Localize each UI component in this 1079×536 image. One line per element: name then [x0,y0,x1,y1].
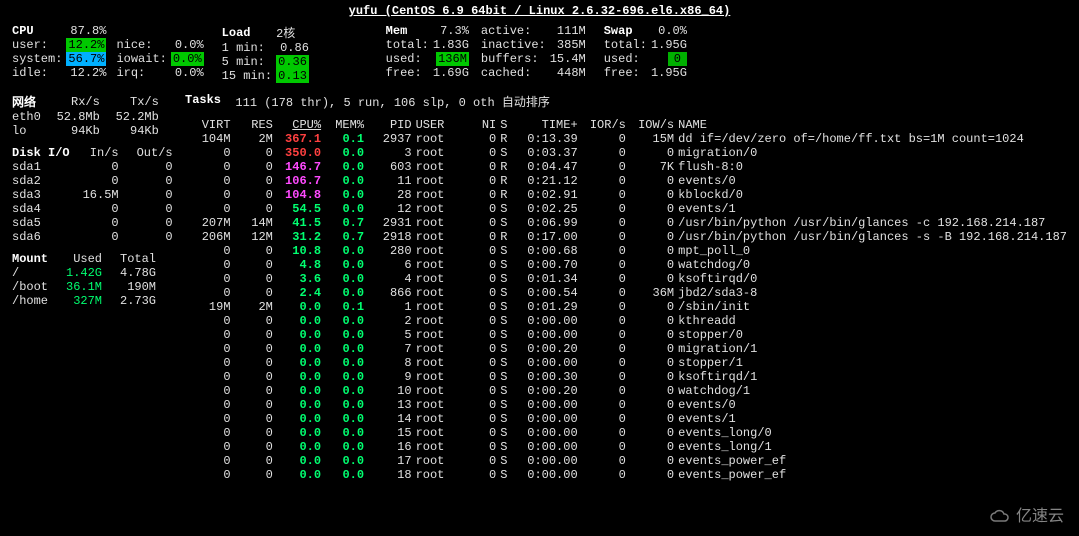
cpu-pct: 87.8% [64,24,108,38]
sidebar: 网络Rx/sTx/seth052.8Mb52.2Mblo94Kb94Kb Dis… [10,93,175,482]
proc-row[interactable]: 207M 14M 41.5 0.7 2931 root 0 S 0:06.99 … [185,216,1069,230]
net-row: eth052.8Mb52.2Mb [10,110,161,124]
net-row: lo94Kb94Kb [10,124,161,138]
proc-row[interactable]: 0 0 0.0 0.0 7 root 0 S 0:00.20 0 0 migra… [185,342,1069,356]
tasks-panel: Tasks 111 (178 thr), 5 run, 106 slp, 0 o… [185,93,1069,482]
l15-label: 15 min: [220,69,274,83]
proc-row[interactable]: 0 0 0.0 0.0 5 root 0 S 0:00.00 0 0 stopp… [185,328,1069,342]
swap-panel: Swap0.0% total:1.95G used: 0 free:1.95G [602,24,802,80]
cpu-title: CPU [10,24,64,38]
proc-row[interactable]: 104M 2M 367.1 0.1 2937 root 0 R 0:13.39 … [185,132,1069,146]
iowait-label: iowait: [108,52,168,66]
system-label: system: [10,52,64,66]
mused-label: used: [384,52,431,66]
load-cores: 2核 [274,24,311,41]
l5-label: 5 min: [220,55,274,69]
mem-inactive: 385M [548,38,588,52]
proc-row[interactable]: 0 0 3.6 0.0 4 root 0 S 0:01.34 0 0 ksoft… [185,272,1069,286]
stotal-label: total: [602,38,649,52]
disk-row: sda200 [10,174,175,188]
mem-panel: Mem7.3%active:111M total:1.83Ginactive:3… [384,24,588,80]
l5-val: 0.36 [276,55,309,69]
proc-row[interactable]: 206M 12M 31.2 0.7 2918 root 0 R 0:17.00 … [185,230,1069,244]
proc-row[interactable]: 0 0 10.8 0.0 280 root 0 S 0:00.68 0 0 mp… [185,244,1069,258]
proc-row[interactable]: 0 0 0.0 0.0 13 root 0 S 0:00.00 0 0 even… [185,398,1069,412]
sfree-label: free: [602,66,649,80]
disk-row: sda100 [10,160,175,174]
proc-row[interactable]: 0 0 0.0 0.0 14 root 0 S 0:00.00 0 0 even… [185,412,1069,426]
proc-row[interactable]: 0 0 0.0 0.0 9 root 0 S 0:00.30 0 0 ksoft… [185,370,1069,384]
cpu-panel: CPU87.8% user:12.2%nice:0.0% system:56.7… [10,24,206,80]
mount-row: /boot36.1M190M [10,280,158,294]
mem-title: Mem [384,24,431,38]
proc-row[interactable]: 0 0 106.7 0.0 11 root 0 R 0:21.12 0 0 ev… [185,174,1069,188]
disk-row: sda500 [10,216,175,230]
disk-row: sda316.5M0 [10,188,175,202]
net-table: 网络Rx/sTx/seth052.8Mb52.2Mblo94Kb94Kb [10,93,161,138]
sused-label: used: [602,52,649,66]
proc-row[interactable]: 0 0 4.8 0.0 6 root 0 S 0:00.70 0 0 watch… [185,258,1069,272]
proc-row[interactable]: 0 0 0.0 0.0 15 root 0 S 0:00.00 0 0 even… [185,426,1069,440]
header: yufu (CentOS 6.9 64bit / Linux 2.6.32-69… [10,4,1069,18]
tasks-summary: 111 (178 thr), 5 run, 106 slp, 0 oth 自动排… [235,93,549,110]
proc-row[interactable]: 0 0 54.5 0.0 12 root 0 S 0:02.25 0 0 eve… [185,202,1069,216]
cpu-system: 56.7% [66,52,106,66]
top-stats: CPU87.8% user:12.2%nice:0.0% system:56.7… [10,24,1069,83]
mem-total: 1.83G [431,38,471,52]
proc-row[interactable]: 0 0 0.0 0.0 16 root 0 S 0:00.00 0 0 even… [185,440,1069,454]
disk-row: sda600 [10,230,175,244]
proc-table: VIRT RES CPU% MEM% PID USER NI S TIME+ I… [185,118,1069,482]
disk-row: sda400 [10,202,175,216]
mount-row: /1.42G4.78G [10,266,158,280]
cpu-iowait: 0.0% [171,52,204,66]
proc-row[interactable]: 0 0 0.0 0.0 18 root 0 S 0:00.00 0 0 even… [185,468,1069,482]
watermark: 亿速云 [989,502,1064,526]
load-panel: Load2核 1 min:0.86 5 min:0.36 15 min:0.13 [220,24,370,83]
mem-cached: 448M [548,66,588,80]
swap-used: 0 [668,52,687,66]
mem-buffers: 15.4M [548,52,588,66]
cpu-idle: 12.2% [64,66,108,80]
proc-row[interactable]: 0 0 0.0 0.0 10 root 0 S 0:00.20 0 0 watc… [185,384,1069,398]
disk-table: Disk I/OIn/sOut/ssda100sda200sda316.5M0s… [10,146,175,244]
swap-free: 1.95G [649,66,689,80]
proc-row[interactable]: 0 0 2.4 0.0 866 root 0 S 0:00.54 0 36M j… [185,286,1069,300]
proc-row[interactable]: 0 0 104.8 0.0 28 root 0 R 0:02.91 0 0 kb… [185,188,1069,202]
nice-label: nice: [108,38,168,52]
cpu-user: 12.2% [66,38,106,52]
swap-total: 1.95G [649,38,689,52]
idle-label: idle: [10,66,64,80]
tasks-title: Tasks [185,93,221,110]
proc-row[interactable]: 0 0 0.0 0.0 8 root 0 S 0:00.00 0 0 stopp… [185,356,1069,370]
mem-free: 1.69G [431,66,471,80]
mtotal-label: total: [384,38,431,52]
l15-val: 0.13 [276,69,309,83]
swap-title: Swap [602,24,649,38]
inactive-label: inactive: [471,38,548,52]
cached-label: cached: [471,66,548,80]
mem-active: 111M [548,24,588,38]
mount-table: MountUsedTotal/1.42G4.78G/boot36.1M190M/… [10,252,158,308]
user-label: user: [10,38,64,52]
mfree-label: free: [384,66,431,80]
cloud-icon [989,508,1013,526]
proc-row[interactable]: 0 0 0.0 0.0 2 root 0 S 0:00.00 0 0 kthre… [185,314,1069,328]
cpu-irq: 0.0% [169,66,206,80]
proc-row[interactable]: 0 0 350.0 0.0 3 root 0 S 0:03.37 0 0 mig… [185,146,1069,160]
cpu-nice: 0.0% [169,38,206,52]
mem-used: 136M [436,52,469,66]
load-title: Load [220,24,274,41]
l1-val: 0.86 [274,41,311,55]
mount-row: /home327M2.73G [10,294,158,308]
irq-label: irq: [108,66,168,80]
swap-pct: 0.0% [649,24,689,38]
mem-pct: 7.3% [431,24,471,38]
proc-row[interactable]: 0 0 146.7 0.0 603 root 0 R 0:04.47 0 7K … [185,160,1069,174]
active-label: active: [471,24,548,38]
buffers-label: buffers: [471,52,548,66]
l1-label: 1 min: [220,41,274,55]
proc-row[interactable]: 0 0 0.0 0.0 17 root 0 S 0:00.00 0 0 even… [185,454,1069,468]
proc-row[interactable]: 19M 2M 0.0 0.1 1 root 0 S 0:01.29 0 0 /s… [185,300,1069,314]
